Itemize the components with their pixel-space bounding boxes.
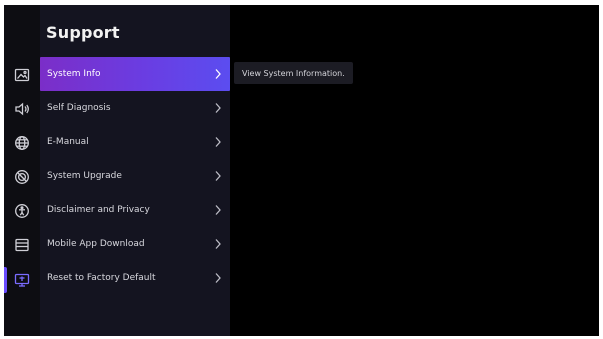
menu-item-label: System Info — [47, 69, 101, 79]
chevron-right-icon — [215, 103, 221, 113]
chevron-right-icon — [215, 69, 221, 79]
support-panel: Support System Info Self Diagnosis E-Man… — [40, 5, 230, 336]
menu-item-label: E-Manual — [47, 137, 89, 147]
menu-item-self-diagnosis[interactable]: Self Diagnosis — [40, 91, 230, 125]
menu-item-label: Self Diagnosis — [47, 103, 111, 113]
menu-item-label: System Upgrade — [47, 171, 122, 181]
menu-item-system-info[interactable]: System Info — [40, 57, 230, 91]
chevron-right-icon — [215, 273, 221, 283]
settings-category-rail — [4, 5, 40, 336]
menu-item-label: Reset to Factory Default — [47, 273, 156, 283]
chevron-right-icon — [215, 137, 221, 147]
menu-item-label: Mobile App Download — [47, 239, 145, 249]
apps-icon[interactable] — [4, 233, 40, 257]
item-description-tooltip: View System Information. — [234, 62, 353, 84]
tv-screen: Support System Info Self Diagnosis E-Man… — [4, 5, 599, 336]
menu-item-disclaimer-privacy[interactable]: Disclaimer and Privacy — [40, 193, 230, 227]
support-menu: System Info Self Diagnosis E-Manual Syst… — [40, 57, 230, 295]
menu-item-reset-factory-default[interactable]: Reset to Factory Default — [40, 261, 230, 295]
picture-icon[interactable] — [4, 63, 40, 87]
network-icon[interactable] — [4, 131, 40, 155]
chevron-right-icon — [215, 205, 221, 215]
support-icon[interactable] — [4, 268, 40, 292]
accessibility-icon[interactable] — [4, 199, 40, 223]
general-icon[interactable] — [4, 165, 40, 189]
sound-icon[interactable] — [4, 97, 40, 121]
menu-item-system-upgrade[interactable]: System Upgrade — [40, 159, 230, 193]
menu-item-mobile-app-download[interactable]: Mobile App Download — [40, 227, 230, 261]
chevron-right-icon — [215, 171, 221, 181]
chevron-right-icon — [215, 239, 221, 249]
tooltip-text: View System Information. — [242, 68, 345, 78]
page-title: Support — [46, 23, 120, 42]
menu-item-e-manual[interactable]: E-Manual — [40, 125, 230, 159]
menu-item-label: Disclaimer and Privacy — [47, 205, 150, 215]
